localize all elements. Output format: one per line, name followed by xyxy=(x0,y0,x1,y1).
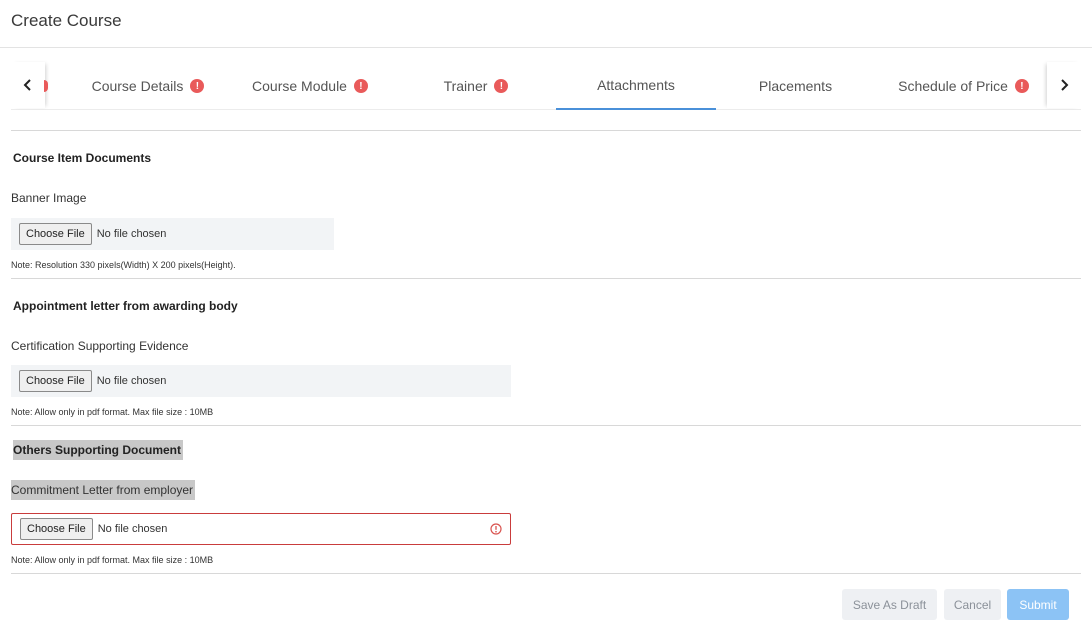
tab-label: Placements xyxy=(758,78,833,94)
file-status: No file chosen xyxy=(97,523,168,535)
tab-label: Trainer xyxy=(443,78,488,94)
field-label-text: Commitment Letter from employer xyxy=(11,480,196,500)
error-icon: ! xyxy=(494,79,509,93)
tab-label: Schedule of Price xyxy=(898,78,1008,94)
tab-scroll-left-button[interactable] xyxy=(11,62,45,108)
file-status: No file chosen xyxy=(96,228,167,240)
tab-placements[interactable]: Placements xyxy=(733,62,858,110)
cancel-button[interactable]: Cancel xyxy=(944,589,1001,620)
tab-attachments[interactable]: Attachments xyxy=(556,62,716,110)
tab-trainer[interactable]: Trainer ! xyxy=(431,62,521,110)
page-title: Create Course xyxy=(11,11,122,30)
partial-error-icon xyxy=(44,80,48,92)
chevron-right-icon xyxy=(1061,79,1069,91)
field-label-certification-evidence: Certification Supporting Evidence xyxy=(11,339,189,353)
error-icon xyxy=(490,523,502,535)
divider xyxy=(11,130,1081,131)
divider xyxy=(11,278,1081,279)
tab-course-details[interactable]: Course Details ! xyxy=(83,62,213,110)
section-title-text: Others Supporting Document xyxy=(13,440,183,460)
commitment-letter-note: Note: Allow only in pdf format. Max file… xyxy=(11,555,214,565)
choose-file-button[interactable]: Choose File xyxy=(19,370,92,392)
certification-evidence-note: Note: Allow only in pdf format. Max file… xyxy=(11,407,214,417)
submit-button[interactable]: Submit xyxy=(1007,589,1069,620)
section-title-appointment-letter: Appointment letter from awarding body xyxy=(13,299,238,313)
tab-label: Attachments xyxy=(597,77,675,93)
error-icon: ! xyxy=(1014,79,1029,93)
choose-file-button[interactable]: Choose File xyxy=(20,518,93,540)
divider xyxy=(11,573,1081,574)
banner-image-note: Note: Resolution 330 pixels(Width) X 200… xyxy=(11,260,236,270)
section-title-others-supporting-document: Others Supporting Document xyxy=(13,440,183,460)
banner-image-file-input[interactable]: Choose File No file chosen xyxy=(11,218,334,250)
choose-file-button[interactable]: Choose File xyxy=(19,223,92,245)
tab-label: Course Module xyxy=(252,78,347,94)
tab-schedule-of-price[interactable]: Schedule of Price ! xyxy=(891,62,1036,110)
error-icon: ! xyxy=(353,79,368,93)
page-header: Create Course xyxy=(0,0,1092,48)
section-title-course-item-documents: Course Item Documents xyxy=(13,151,152,165)
tab-scroll-right-button[interactable] xyxy=(1047,62,1081,108)
commitment-letter-file-input[interactable]: Choose File No file chosen xyxy=(11,513,511,545)
file-status: No file chosen xyxy=(96,375,167,387)
tab-label: Course Details xyxy=(91,78,184,94)
divider xyxy=(11,425,1081,426)
certification-evidence-file-input[interactable]: Choose File No file chosen xyxy=(11,365,511,397)
field-label-commitment-letter: Commitment Letter from employer xyxy=(11,480,196,500)
tab-bar: Course Details ! Course Module ! Trainer… xyxy=(11,62,1081,110)
error-icon: ! xyxy=(190,79,205,93)
save-as-draft-button[interactable]: Save As Draft xyxy=(842,589,937,620)
tab-course-module[interactable]: Course Module ! xyxy=(244,62,376,110)
field-label-banner-image: Banner Image xyxy=(11,191,87,205)
chevron-left-icon xyxy=(23,79,31,91)
